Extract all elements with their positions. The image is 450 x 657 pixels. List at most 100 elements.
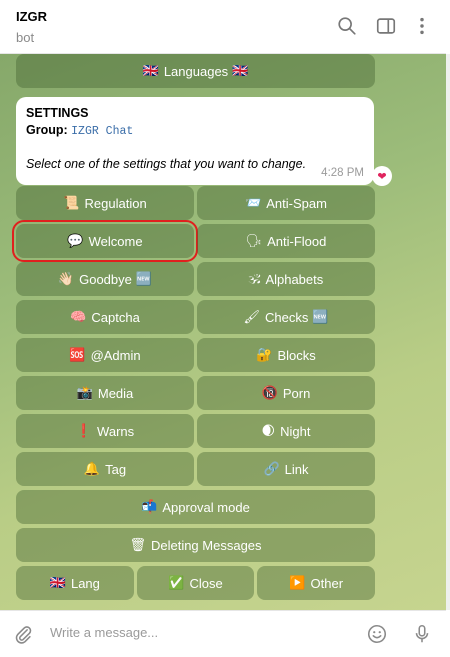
night-button[interactable]: 🌒 Night (197, 414, 375, 448)
message-composer (0, 610, 446, 657)
button-label: Welcome (88, 233, 143, 249)
button-label: Anti-Spam (266, 195, 327, 211)
keyboard-row: 🆘 @Admin 🔐 Blocks (16, 338, 375, 372)
play-icon: ▶️ (289, 575, 306, 591)
keyboard-row: 📸 Media 🔞 Porn (16, 376, 375, 410)
emoji-icon[interactable] (366, 623, 388, 645)
button-label: Goodbye (79, 271, 132, 287)
keyboard-row: 🧠 Captcha 🖌 Checks 🆕 (16, 300, 375, 334)
button-label: Night (280, 423, 311, 439)
chat-title[interactable]: IZGR (16, 9, 47, 24)
keyboard-row: ❗ Warns 🌒 Night (16, 414, 375, 448)
warns-button[interactable]: ❗ Warns (16, 414, 194, 448)
scrollbar[interactable] (446, 54, 450, 610)
envelope-icon: 📨 (245, 195, 262, 211)
chat-header: IZGR bot (0, 0, 446, 54)
om-icon: 🕉 (248, 271, 261, 287)
heart-reaction-icon[interactable]: ❤ (372, 166, 392, 186)
bell-icon: 🔔 (83, 461, 101, 477)
keyboard-row: 💬 Welcome 🗣 Anti-Flood (12, 220, 375, 262)
button-label: Deleting Messages (150, 537, 262, 553)
trash-icon: 🗑 (129, 537, 146, 553)
mailbox-icon: 📬 (141, 499, 158, 515)
uk-flag-icon: 🇬🇧 (142, 63, 159, 79)
keyboard-row: 📬 Approval mode (16, 490, 375, 524)
button-label: Close (189, 575, 223, 591)
message-input[interactable] (50, 625, 340, 640)
exclamation-icon: ❗ (75, 423, 93, 439)
uk-flag-icon: 🇬🇧 (232, 63, 249, 79)
group-name: IZGR Chat (71, 125, 134, 138)
uk-flag-icon: 🇬🇧 (49, 575, 66, 591)
search-icon[interactable] (336, 15, 358, 37)
message-group-line: Group: IZGR Chat (26, 123, 364, 138)
microphone-icon[interactable] (411, 623, 433, 645)
button-label: Media (97, 385, 134, 401)
media-button[interactable]: 📸 Media (16, 376, 194, 410)
button-label: Checks (264, 309, 309, 325)
moon-icon: 🌒 (261, 423, 276, 439)
button-label: Captcha (91, 309, 140, 325)
blocks-button[interactable]: 🔐 Blocks (197, 338, 375, 372)
scroll-icon: 📜 (63, 195, 80, 211)
attach-icon[interactable] (12, 623, 34, 645)
more-vertical-icon[interactable] (411, 15, 433, 37)
tag-button[interactable]: 🔔 Tag (16, 452, 194, 486)
button-label: Approval mode (162, 499, 250, 515)
deleting-messages-button[interactable]: 🗑 Deleting Messages (16, 528, 375, 562)
side-panel-icon[interactable] (375, 15, 397, 37)
keyboard-row: 🇬🇧 Languages 🇬🇧 (16, 54, 375, 88)
new-badge-icon: 🆕 (135, 271, 153, 287)
camera-icon: 📸 (76, 385, 93, 401)
brain-icon: 🧠 (70, 309, 87, 325)
button-label: Other (310, 575, 344, 591)
button-label: Alphabets (265, 271, 324, 287)
goodbye-button[interactable]: 👋🏻 Goodbye 🆕 (16, 262, 194, 296)
speech-bubble-icon: 💬 (67, 233, 84, 249)
button-label: Regulation (84, 195, 147, 211)
welcome-button[interactable]: 💬 Welcome (12, 220, 198, 262)
button-label: Blocks (277, 347, 316, 363)
anti-spam-button[interactable]: 📨 Anti-Spam (197, 186, 375, 220)
checks-button[interactable]: 🖌 Checks 🆕 (197, 300, 375, 334)
group-label: Group: (26, 123, 68, 137)
button-label: Lang (70, 575, 100, 591)
close-button[interactable]: ✅ Close (136, 566, 255, 600)
lock-icon: 🔐 (256, 347, 273, 363)
other-button[interactable]: ▶️ Other (257, 566, 376, 600)
no-under-18-icon: 🔞 (261, 385, 278, 401)
sos-icon: 🆘 (69, 347, 86, 363)
message-note: Select one of the settings that you want… (26, 157, 307, 171)
paintbrush-icon: 🖌 (243, 309, 260, 325)
anti-flood-button[interactable]: 🗣 Anti-Flood (197, 224, 375, 258)
new-badge-icon: 🆕 (312, 309, 329, 325)
message-time: 4:28 PM (321, 167, 364, 179)
waving-hand-icon: 👋🏻 (57, 271, 75, 287)
approval-mode-button[interactable]: 📬 Approval mode (16, 490, 375, 524)
alphabets-button[interactable]: 🕉 Alphabets (197, 262, 375, 296)
porn-button[interactable]: 🔞 Porn (197, 376, 375, 410)
lang-button[interactable]: 🇬🇧 Lang (16, 566, 134, 600)
button-label: Link (284, 461, 309, 477)
admin-button[interactable]: 🆘 @Admin (16, 338, 194, 372)
button-label: Tag (105, 461, 127, 477)
bot-message: SETTINGS Group: IZGR Chat Select one of … (16, 97, 374, 185)
captcha-button[interactable]: 🧠 Captcha (16, 300, 194, 334)
button-label: Porn (282, 385, 311, 401)
regulation-button[interactable]: 📜 Regulation (16, 186, 194, 220)
languages-label: Languages (163, 63, 229, 79)
button-label: Warns (97, 423, 135, 439)
keyboard-row: 🔔 Tag 🔗 Link (16, 452, 375, 486)
keyboard-row: 🇬🇧 Lang ✅ Close ▶️ Other (16, 566, 376, 600)
languages-button[interactable]: 🇬🇧 Languages 🇬🇧 (16, 54, 375, 88)
speaking-head-icon: 🗣 (245, 233, 263, 249)
keyboard-row: 📜 Regulation 📨 Anti-Spam (16, 186, 375, 220)
keyboard-row: 🗑 Deleting Messages (16, 528, 375, 562)
button-label: Anti-Flood (267, 233, 327, 249)
keyboard-row: 👋🏻 Goodbye 🆕 🕉 Alphabets (16, 262, 375, 296)
link-button[interactable]: 🔗 Link (197, 452, 375, 486)
check-mark-icon: ✅ (168, 575, 185, 591)
chat-subtitle: bot (16, 30, 35, 45)
link-icon: 🔗 (263, 461, 280, 477)
message-title: SETTINGS (26, 106, 89, 120)
